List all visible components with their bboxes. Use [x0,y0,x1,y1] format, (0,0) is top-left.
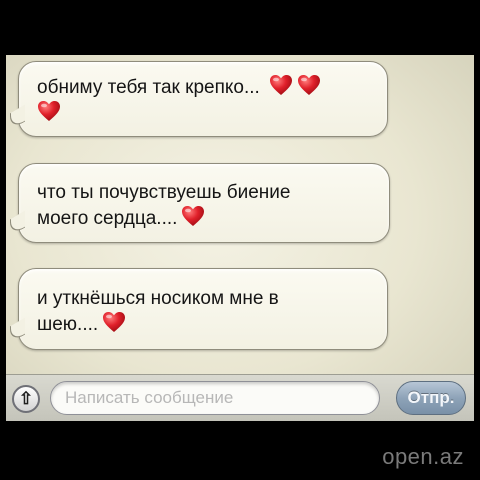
heart-emoji-icon [181,205,205,227]
watermark: open.az [382,444,464,469]
heart-emoji-icon [269,74,293,96]
message-input-bar: ⇧ Написать сообщение Отпр. [6,374,474,421]
message-text-line: и уткнёшься носиком мне в [37,288,279,309]
send-button[interactable]: Отпр. [396,381,466,415]
message-text-line: что ты почувствуешь биение [37,182,291,203]
message-bubble[interactable]: обниму тебя так крепко... [10,61,388,137]
message-text: обниму тебя так крепко... [37,77,260,98]
bubble-tail [10,317,25,344]
chat-screen: обниму тебя так крепко... что ты почувст… [6,55,474,421]
heart-emoji-icon [102,311,126,333]
arrow-up-icon: ⇧ [18,389,34,408]
heart-emoji-icon [297,74,321,96]
message-bubble[interactable]: что ты почувствуешь биение моего сердца.… [10,163,390,243]
attach-button[interactable]: ⇧ [12,385,40,413]
heart-emoji-icon [37,100,61,122]
message-text-line: моего сердца.... [37,208,178,229]
message-input[interactable]: Написать сообщение [50,381,380,415]
bubble-tail [10,210,25,237]
message-bubble[interactable]: и уткнёшься носиком мне в шею.... [10,268,388,350]
message-text-line: шею.... [37,314,99,335]
bubble-tail [10,104,25,131]
message-input-placeholder: Написать сообщение [65,388,234,407]
